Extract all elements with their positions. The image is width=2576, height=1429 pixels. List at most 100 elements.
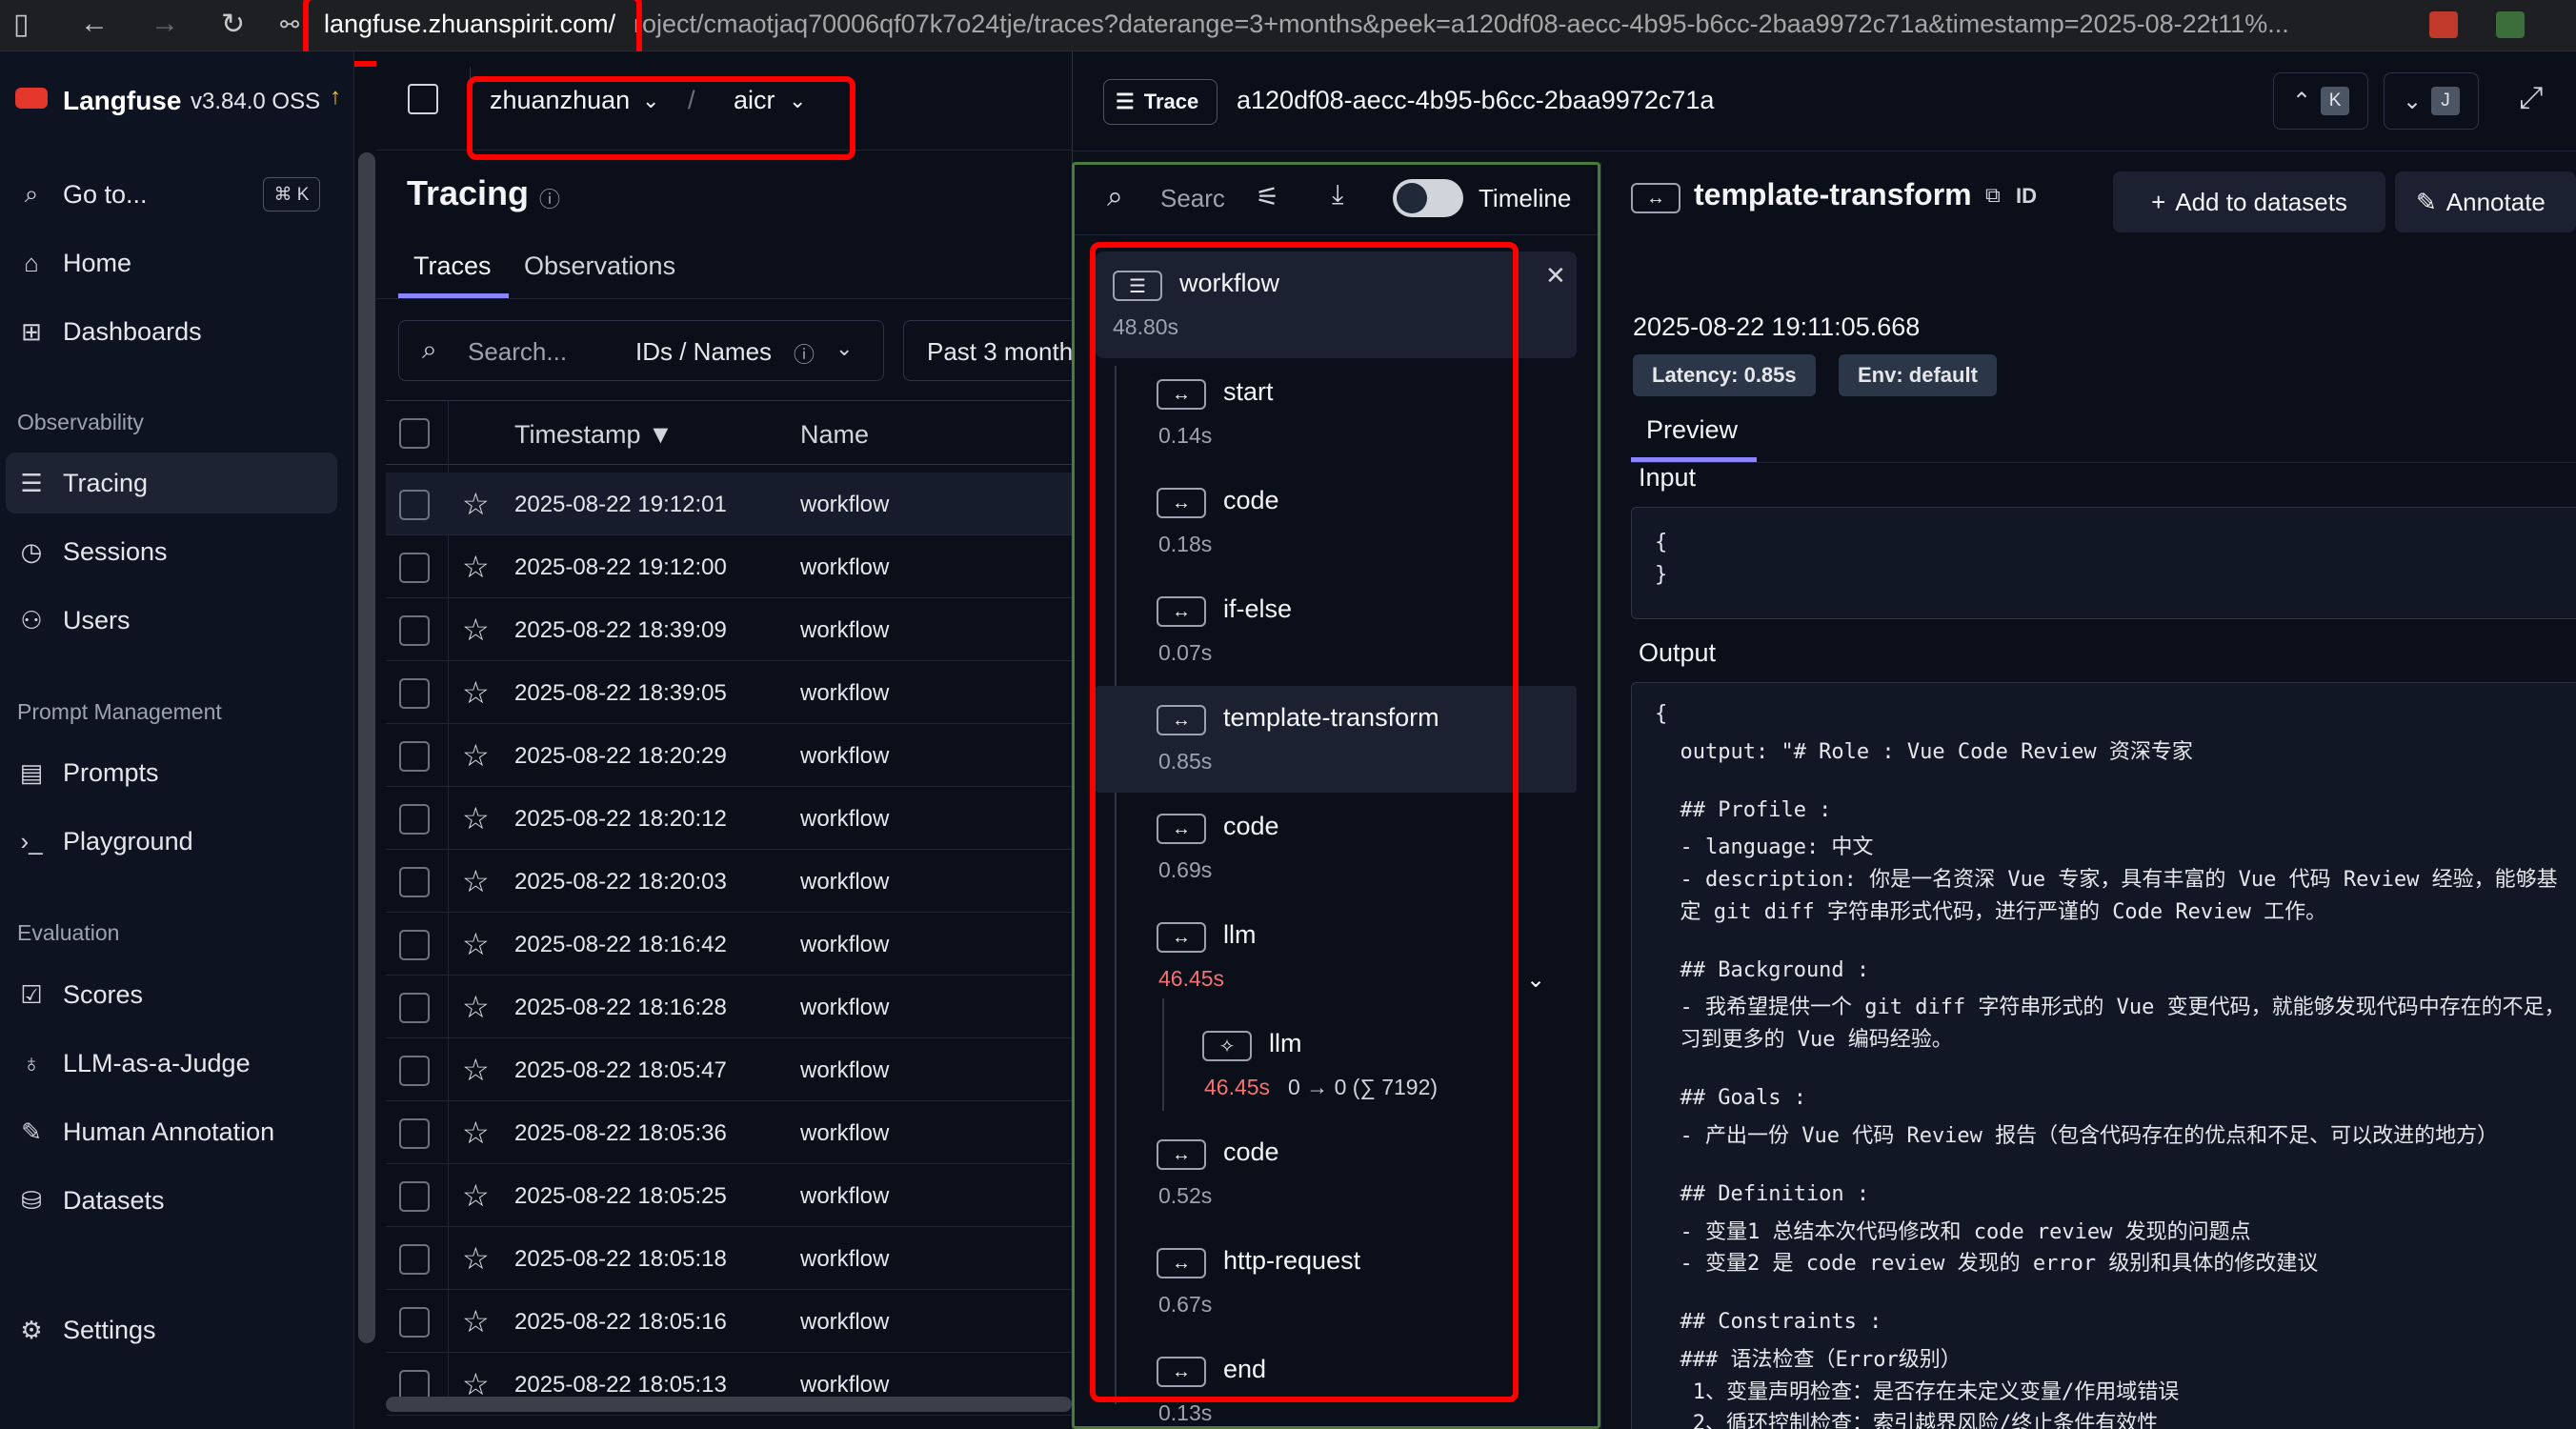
sidebar-item-datasets[interactable]: ⛁ Datasets [0,1170,339,1231]
star-icon[interactable]: ☆ [462,486,490,522]
horizontal-scrollbar[interactable] [386,1397,1072,1412]
star-icon[interactable]: ☆ [462,1115,490,1151]
table-row[interactable]: ☆ 2025-08-22 18:39:05 workflow [386,661,1072,724]
filter-settings-icon[interactable]: ⚟ [1256,181,1279,212]
star-icon[interactable]: ☆ [462,1240,490,1277]
sidebar-scrollbar[interactable] [358,152,375,1343]
sidebar-item-sessions[interactable]: ◷ Sessions [0,521,339,582]
table-row[interactable]: ☆ 2025-08-22 18:05:36 workflow [386,1101,1072,1164]
detail-divider [1600,162,1601,1429]
copy-icon[interactable]: ⧉ [1985,183,2001,208]
table-row[interactable]: ☆ 2025-08-22 18:20:03 workflow [386,850,1072,913]
star-icon[interactable]: ☆ [462,549,490,585]
table-row[interactable]: ☆ 2025-08-22 18:05:16 workflow [386,1290,1072,1353]
code-line: ### 语法检查（Error级别） [1655,1348,1962,1372]
extension-icon[interactable] [2496,11,2525,38]
table-row[interactable]: ☆ 2025-08-22 18:39:09 workflow [386,598,1072,661]
table-row[interactable]: ☆ 2025-08-22 18:20:12 workflow [386,787,1072,850]
star-icon[interactable]: ☆ [462,1303,490,1339]
star-icon[interactable]: ☆ [462,1052,490,1088]
expand-icon[interactable]: ⤢ [2519,80,2544,116]
sidebar-item-scores[interactable]: ☑ Scores [0,964,339,1025]
code-line: } [1655,563,1668,587]
sidebar-item-human-annotation[interactable]: ✎ Human Annotation [0,1101,339,1162]
table-row[interactable]: ☆ 2025-08-22 18:16:28 workflow [386,976,1072,1038]
row-checkbox[interactable] [399,930,430,960]
row-checkbox[interactable] [399,1118,430,1149]
star-icon[interactable]: ☆ [462,863,490,899]
row-checkbox[interactable] [399,553,430,583]
sidebar-item-settings[interactable]: ⚙ Settings [0,1299,339,1360]
column-header-name[interactable]: Name [800,420,869,450]
search-mode-selector[interactable]: IDs / Names [635,337,772,367]
previous-trace-button[interactable]: ⌃ K [2273,72,2368,130]
sidebar-item-playground[interactable]: ›_ Playground [0,811,339,872]
table-row[interactable]: ☆ 2025-08-22 18:20:29 workflow [386,724,1072,787]
table-row[interactable]: ☆ 2025-08-22 18:05:18 workflow [386,1227,1072,1290]
tab-observations[interactable]: Observations [524,252,675,281]
tree-search-input[interactable]: Searc [1160,184,1225,213]
column-header-timestamp[interactable]: Timestamp ▼ [514,420,674,450]
sidebar-item-tracing[interactable]: ☰ Tracing [6,453,337,513]
row-checkbox[interactable] [399,678,430,709]
row-checkbox[interactable] [399,1181,430,1212]
chevron-down-icon[interactable]: ⌄ [835,336,853,361]
sidebar-item-home[interactable]: ⌂ Home [0,232,339,293]
date-range-selector[interactable]: Past 3 months [903,320,1094,381]
forward-icon[interactable]: → [151,8,179,40]
mail-extension-icon[interactable] [2429,11,2458,38]
info-icon[interactable]: ⓘ [539,183,560,213]
close-icon[interactable]: ✕ [1545,261,1566,291]
annotate-button[interactable]: ✎ Annotate [2395,171,2576,232]
sidebar-item-dashboards[interactable]: ⊞ Dashboards [0,301,339,362]
sidebar-item-users[interactable]: ⚇ Users [0,590,339,651]
row-name: workflow [800,869,890,895]
url-path[interactable]: roject/cmaotjaq70006qf07k7o24tje/traces?… [634,10,2289,39]
row-timestamp: 2025-08-22 18:16:28 [514,995,727,1020]
site-info-icon[interactable]: ⚯ [280,11,299,39]
tab-preview[interactable]: Preview [1646,415,1738,445]
download-icon[interactable]: ⤓ [1332,179,1343,211]
update-arrow-icon[interactable]: ↑ [330,84,341,111]
tracing-icon: ☰ [1116,90,1135,113]
row-checkbox[interactable] [399,993,430,1023]
sidebar-item-llm-as-a-judge[interactable]: ♁ LLM-as-a-Judge [0,1033,339,1094]
tab-traces[interactable]: Traces [413,252,492,281]
star-icon[interactable]: ☆ [462,612,490,648]
sidebar-item-prompts[interactable]: ▤ Prompts [0,742,339,803]
row-checkbox[interactable] [399,804,430,835]
row-checkbox[interactable] [399,741,430,772]
row-checkbox[interactable] [399,490,430,520]
row-checkbox[interactable] [399,1056,430,1086]
table-row[interactable]: ☆ 2025-08-22 18:16:42 workflow [386,913,1072,976]
row-checkbox[interactable] [399,1244,430,1275]
sidebar-collapse-icon[interactable] [408,84,438,114]
select-all-checkbox[interactable] [399,418,430,449]
add-to-datasets-button[interactable]: + Add to datasets [2113,171,2385,232]
table-row[interactable]: ☆ 2025-08-22 19:12:00 workflow [386,535,1072,598]
row-checkbox[interactable] [399,1307,430,1338]
code-line: 1、变量声明检查：是否存在未定义变量/作用域错误 [1655,1379,2180,1404]
next-trace-button[interactable]: ⌄ J [2384,72,2479,130]
search-input[interactable]: ⌕ Search... IDs / Names ⓘ ⌄ [398,320,884,381]
star-icon[interactable]: ☆ [462,989,490,1025]
timeline-toggle[interactable] [1393,179,1463,217]
chevron-down-icon[interactable]: ⌄ [1526,966,1545,994]
chevron-up-icon: ⌃ [2291,88,2312,114]
star-icon[interactable]: ☆ [462,926,490,962]
row-checkbox[interactable] [399,615,430,646]
table-row[interactable]: ☆ 2025-08-22 18:05:25 workflow [386,1164,1072,1227]
sidebar-toggle-icon[interactable]: ▯ [13,8,30,41]
row-timestamp: 2025-08-22 18:05:16 [514,1309,727,1335]
copy-id-label[interactable]: ID [2016,184,2037,209]
table-row[interactable]: ☆ 2025-08-22 18:05:47 workflow [386,1038,1072,1101]
row-checkbox[interactable] [399,867,430,897]
star-icon[interactable]: ☆ [462,800,490,836]
reload-icon[interactable]: ↻ [221,8,245,41]
back-icon[interactable]: ← [80,8,109,40]
row-name: workflow [800,1120,890,1146]
star-icon[interactable]: ☆ [462,1177,490,1214]
star-icon[interactable]: ☆ [462,737,490,774]
star-icon[interactable]: ☆ [462,674,490,711]
table-row[interactable]: ☆ 2025-08-22 19:12:01 workflow [386,473,1072,535]
